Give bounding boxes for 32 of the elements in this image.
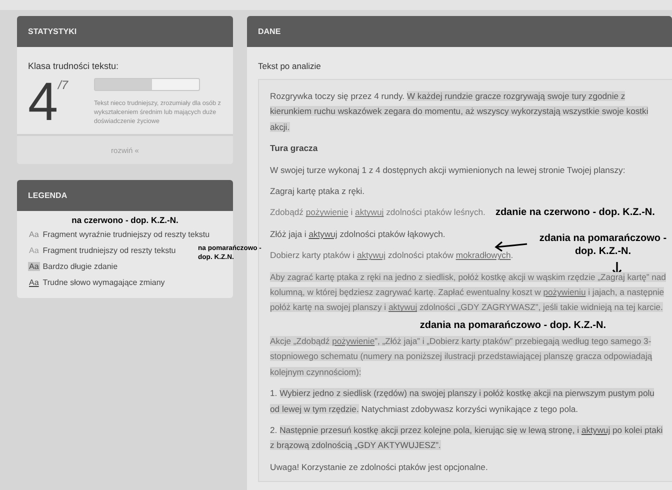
paragraph: Aby zagrać kartę ptaka z ręki na jedno z siedlisk, połóż kostkę akcji w wąskim rzędzie „Zagraj kartę” nad kolumną, w której będziesz zagrywać kartę. Zapłać ewentualny koszt w pożywieniu i jajach, a następnie połóż kartę na swojej planszy i aktywuj zdolności „GDY ZAGRYWASZ”, jeśli takie widnieją na tej karcie.	[270, 270, 666, 314]
annotation-text: zdania na pomarańczowo - dop. K.Z.-N.	[420, 320, 606, 331]
section-title: Tekst po analizie	[258, 61, 322, 71]
legend-swatch: Aa	[28, 246, 40, 254]
grade-scale: /7	[58, 78, 68, 92]
paragraph: Zdobądź pożywienie i aktywuj zdolności ptaków leśnych.	[270, 206, 486, 220]
difficulty-grade: 4	[28, 78, 58, 126]
paragraph: Złóż jaja i aktywuj zdolności ptaków łąkowych.	[270, 228, 446, 241]
legend-swatch: Aa	[28, 278, 40, 286]
legend-label: Fragment wyraźnie trudniejszy od reszty tekstu	[42, 230, 210, 238]
paragraph: W swojej turze wykonaj 1 z 4 dostępnych akcji wymienionych na lewej stronie Twojej planszy:	[270, 164, 626, 177]
legend-label: Trudne słowo wymagające zmiany	[42, 278, 165, 286]
difficulty-label: Klasa trudności tekstu:	[28, 61, 120, 71]
card-title: STATYSTYKI	[28, 27, 77, 36]
card-title: LEGENDA	[28, 191, 68, 200]
paragraph: Rozgrywka toczy się przez 4 rundy. W każdej rundzie gracze rozgrywają swoje tury zgodnie z kierunkiem ruchu wskazówek zegara do momentu, aż wszyscy wykorzystają wszystkie swoje kostki akcji.	[270, 90, 650, 134]
paragraph-heading: Tura gracza	[270, 142, 318, 156]
annotation-text: na czerwono - dop. K.Z.-N.	[70, 215, 180, 225]
paragraph: Dobierz karty ptaków i aktywuj zdolności ptaków mokradłowych.	[270, 249, 514, 262]
paragraph: Zagraj kartę ptaka z ręki.	[270, 185, 365, 198]
annotation-text: zdanie na czerwono - dop. K.Z.-N.	[495, 207, 655, 218]
paragraph: Akcje „Zdobądź pożywienie”, „Złóż jaja” i „Dobierz karty ptaków” przebiegają według tego samego 3-stopniowego schematu (numery na poniższej ilustracji przedstawiającej planszę gracza odpowiadają kolejnym czynnościom):	[270, 334, 654, 379]
paragraph: 1. Wybierz jedno z siedlisk (rzędów) na swojej planszy i połóż kostkę akcji na pierwszym pustym polu od lewej w tym rzędzie. Natychmiast zdobywasz korzyści wynikające z tego pola.	[270, 387, 656, 416]
paragraph: 2. Następnie przesuń kostkę akcji przez kolejne pola, kierując się w lewą stronę, i aktywuj po kolei ptaki z brązową zdolnością „GDY AKTYWUJESZ”.	[270, 424, 664, 452]
left-arrow	[494, 240, 528, 252]
annotation-text: zdania na pomarańczowo - dop. K.Z.-N.	[538, 232, 668, 258]
card-title: DANE	[258, 27, 281, 36]
legend-swatch: Aa	[28, 262, 40, 270]
legend-label: Fragment trudniejszy od reszty tekstu	[42, 246, 176, 254]
paragraph: Uwaga! Korzystanie ze zdolności ptaków jest opcjonalne.	[270, 460, 488, 474]
legend-swatch: Aa	[28, 230, 40, 238]
legend-label: Bardzo długie zdanie	[42, 262, 118, 270]
